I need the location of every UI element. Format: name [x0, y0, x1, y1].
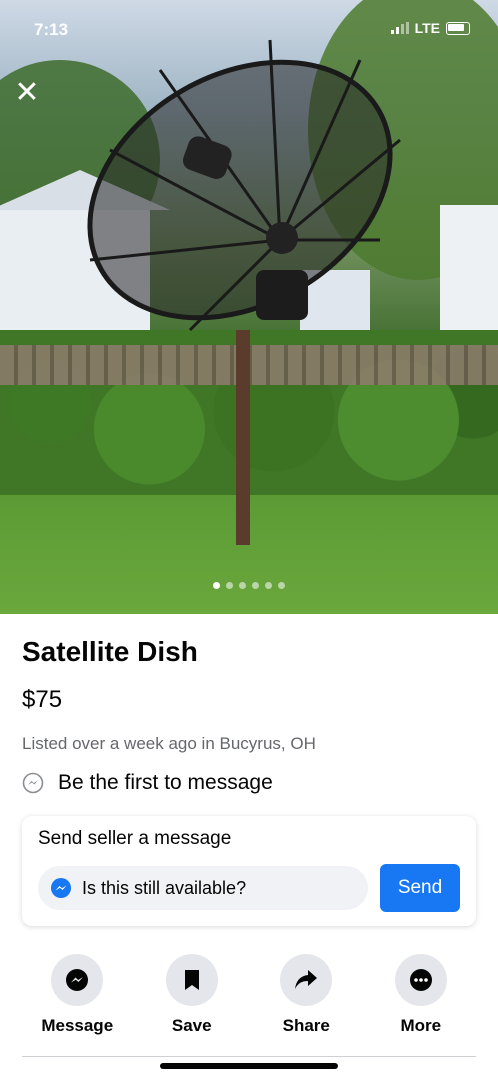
pagination-dot[interactable]	[239, 582, 246, 589]
messenger-outline-icon	[22, 772, 44, 794]
messenger-icon	[66, 969, 89, 991]
message-action-circle[interactable]	[51, 954, 104, 1006]
listing-photo[interactable]: 7:13 LTE ✕	[0, 0, 498, 614]
more-action-circle[interactable]	[394, 954, 447, 1006]
save-action-label: Save	[171, 1016, 212, 1035]
more-action[interactable]: More	[369, 954, 473, 1036]
close-icon[interactable]: ✕	[12, 78, 42, 108]
listing-location: Listed over a week ago in Bucyrus, OH	[22, 734, 316, 753]
pagination-dot[interactable]	[278, 582, 285, 589]
pagination-dot[interactable]	[265, 582, 272, 589]
listing-details: Satellite Dish $75 Listed over a week ag…	[0, 614, 498, 1080]
listing-title: Satellite Dish	[22, 636, 198, 667]
satellite-dish-image	[87, 39, 401, 332]
share-arrow-icon	[295, 970, 318, 989]
pagination-dot[interactable]	[226, 582, 233, 589]
pagination-dot[interactable]	[252, 582, 259, 589]
action-bar: Message Save Share More	[0, 954, 498, 1036]
status-indicators: LTE	[390, 20, 470, 36]
message-action[interactable]: Message	[25, 954, 129, 1036]
dish-pole	[236, 330, 250, 545]
listing-price: $75	[22, 686, 63, 713]
message-card-title: Send seller a message	[38, 828, 232, 849]
status-time: 7:13	[34, 20, 69, 39]
pagination-dot[interactable]	[213, 582, 220, 589]
first-message-row: Be the first to message	[22, 771, 273, 795]
battery-icon	[446, 21, 470, 35]
save-action[interactable]: Save	[140, 954, 244, 1036]
messenger-icon	[51, 878, 71, 898]
share-action-circle[interactable]	[280, 954, 333, 1006]
send-button[interactable]: Send	[380, 864, 460, 912]
bookmark-icon	[184, 970, 199, 990]
share-action[interactable]: Share	[254, 954, 358, 1036]
divider	[22, 1056, 476, 1057]
signal-icon	[390, 22, 409, 34]
network-label: LTE	[414, 20, 440, 36]
send-message-card: Send seller a message Is this still avai…	[22, 816, 476, 926]
first-message-text: Be the first to message	[58, 771, 273, 794]
more-action-label: More	[400, 1016, 442, 1035]
message-action-label: Message	[41, 1016, 114, 1035]
share-action-label: Share	[282, 1016, 330, 1035]
home-indicator[interactable]	[160, 1063, 338, 1069]
message-input-value: Is this still available?	[82, 877, 247, 898]
message-input[interactable]: Is this still available?	[38, 866, 368, 910]
more-dots-icon	[409, 969, 432, 991]
photo-pagination	[0, 582, 498, 589]
save-action-circle[interactable]	[165, 954, 218, 1006]
